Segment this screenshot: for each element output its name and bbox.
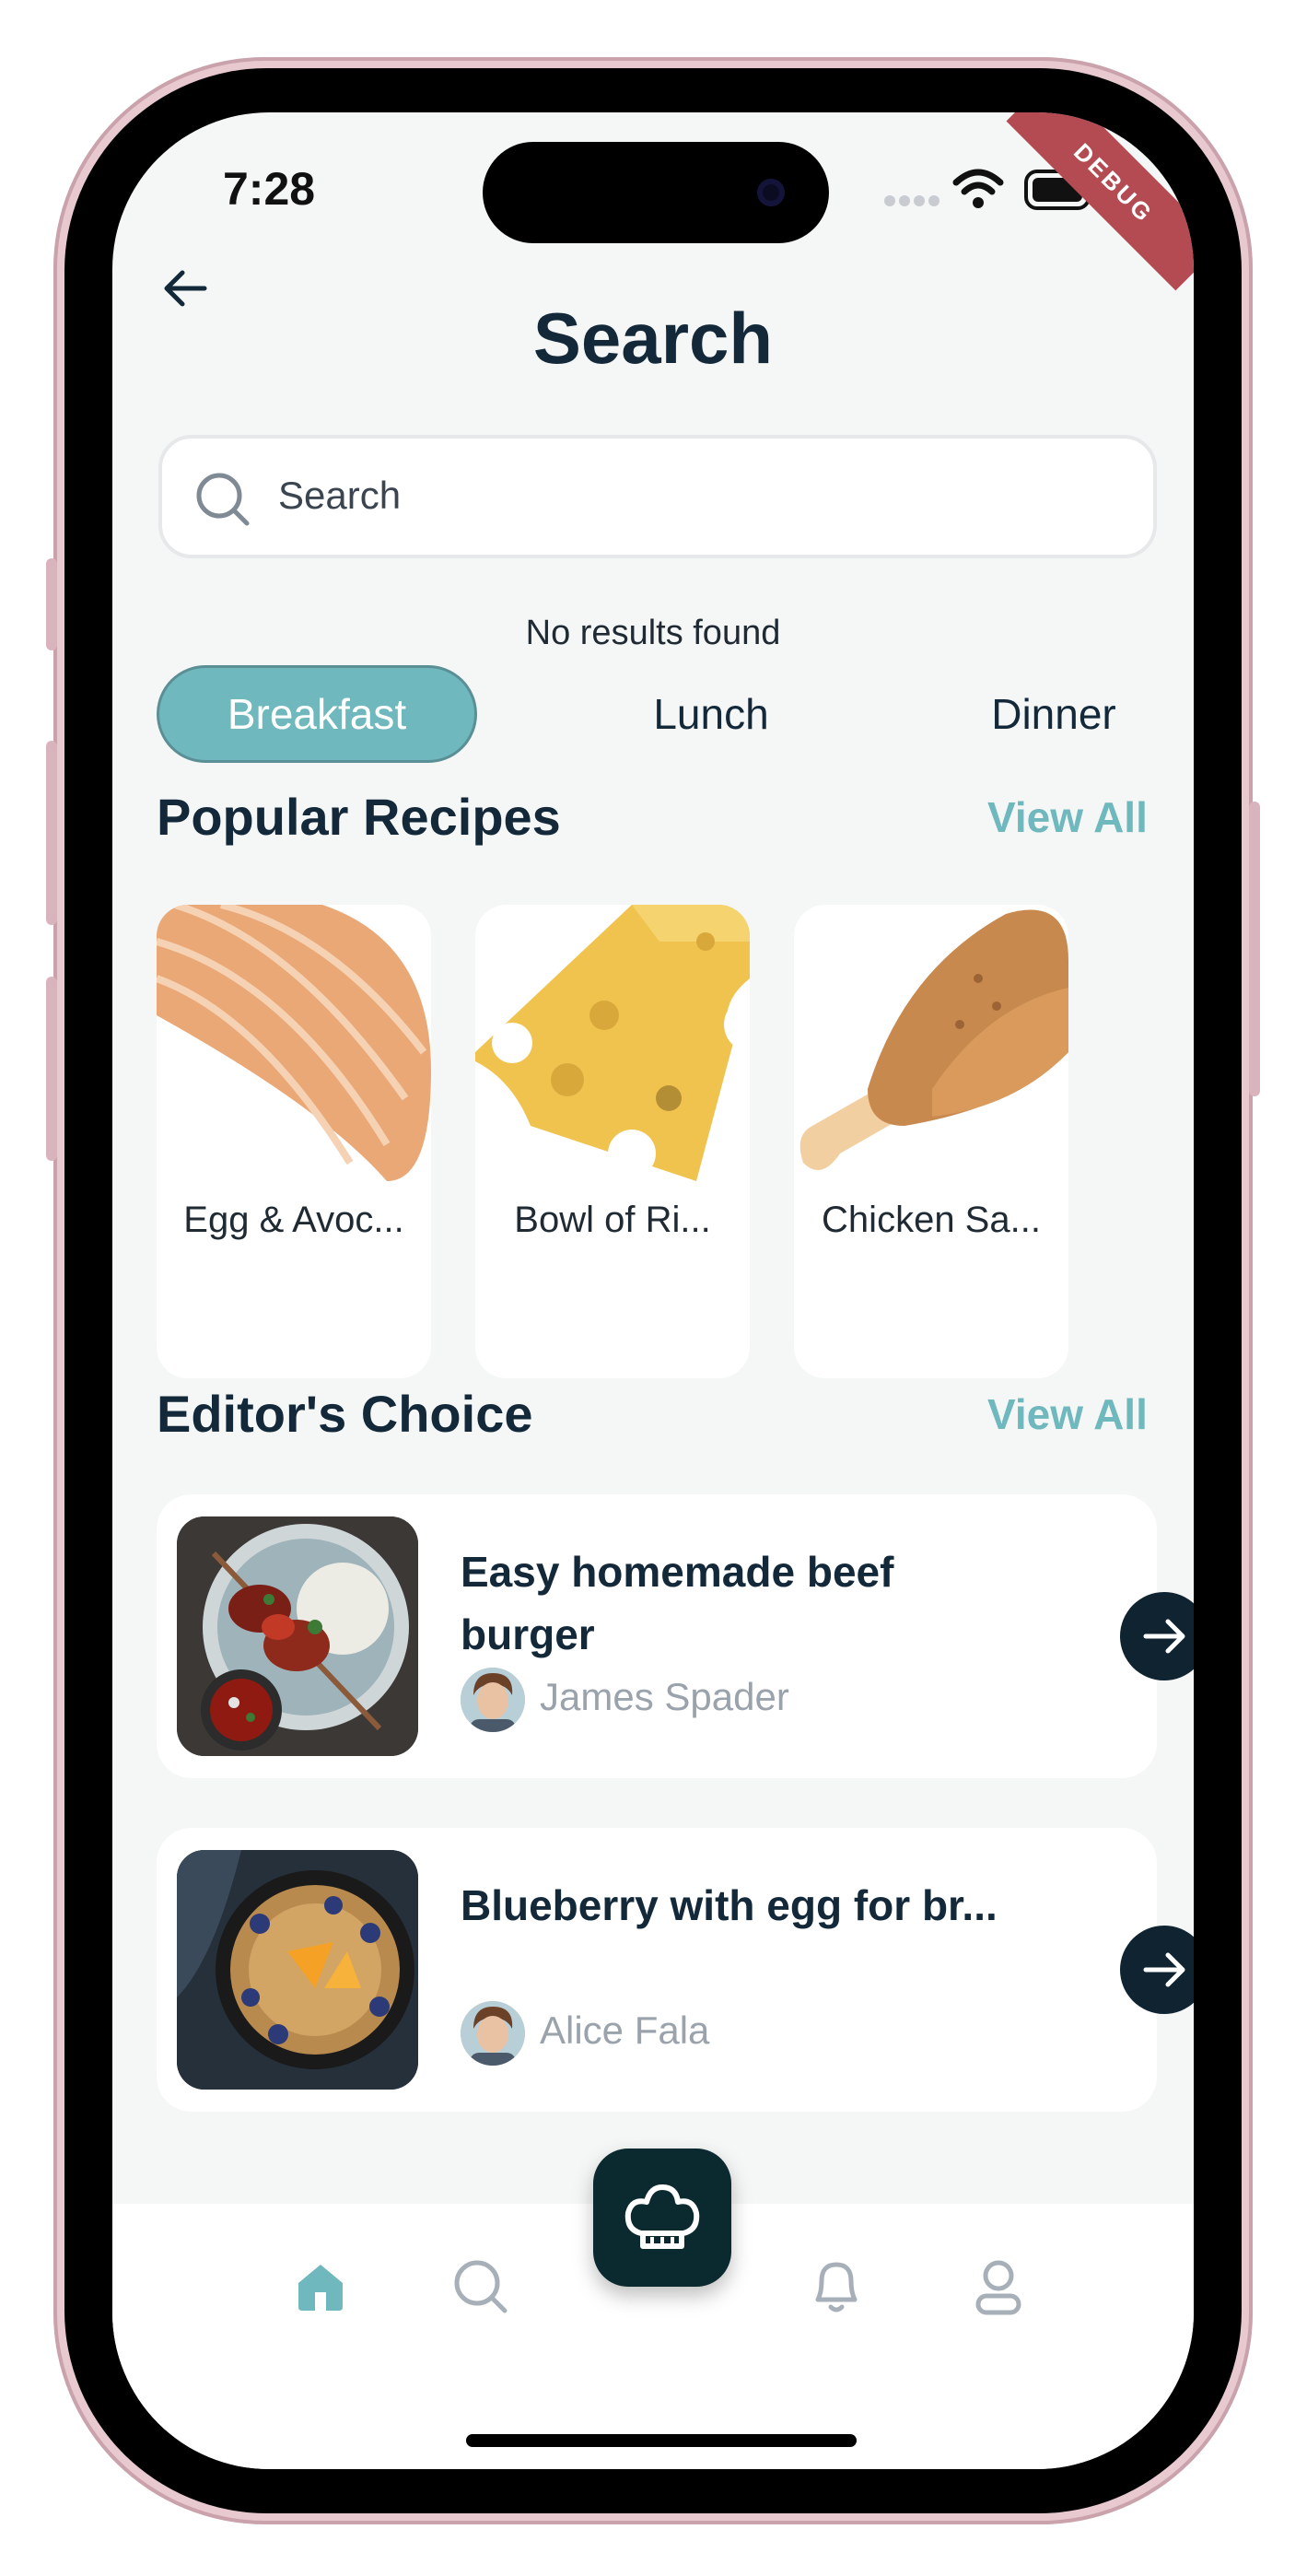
avatar — [461, 2001, 525, 2066]
tab-breakfast[interactable]: Breakfast — [157, 665, 477, 763]
search-icon — [196, 473, 250, 526]
app-screen: 7:28 DEBUG Search Search No results foun… — [112, 112, 1194, 2469]
section-title-popular: Popular Recipes — [157, 788, 561, 846]
signal-icon — [884, 195, 939, 206]
home-icon[interactable] — [293, 2259, 348, 2314]
recipe-thumbnail — [177, 1516, 418, 1756]
no-results-message: No results found — [525, 614, 781, 652]
editor-card-title: Blueberry with egg for br... — [461, 1881, 998, 1929]
tab-lunch[interactable]: Lunch — [610, 665, 812, 763]
page-title: Search — [532, 298, 774, 379]
status-time: 7:28 — [223, 163, 316, 215]
view-all-editors-link[interactable]: View All — [987, 1389, 1148, 1439]
editor-card-author: Alice Fala — [540, 2008, 710, 2052]
arrow-right-icon — [1143, 1619, 1185, 1654]
view-all-popular-link[interactable]: View All — [987, 792, 1148, 842]
editor-choice-card[interactable]: Easy homemade beef burger James Spader — [157, 1494, 1194, 1778]
open-recipe-button[interactable] — [1120, 1926, 1194, 2014]
pancake-skillet-image — [177, 1850, 418, 2090]
avatar-image — [461, 2001, 525, 2066]
section-title-editors-choice: Editor's Choice — [157, 1385, 533, 1443]
front-camera — [757, 179, 785, 206]
salmon-icon — [157, 905, 431, 1181]
editor-card-author: James Spader — [540, 1675, 789, 1718]
mute-switch — [46, 558, 57, 650]
arrow-right-icon — [1143, 1952, 1185, 1987]
tab-dinner[interactable]: Dinner — [952, 665, 1155, 763]
recipe-card[interactable]: Bowl of Ri... — [475, 905, 750, 1378]
chef-hat-icon — [624, 2184, 700, 2249]
volume-down-button — [46, 977, 57, 1161]
avatar — [461, 1668, 525, 1732]
chicken-leg-icon — [799, 909, 1068, 1170]
recipe-thumbnail — [177, 1850, 418, 2090]
recipe-card-label: Egg & Avoc... — [183, 1200, 404, 1240]
search-placeholder: Search — [278, 474, 402, 517]
recipe-card[interactable]: Egg & Avoc... — [157, 905, 431, 1378]
editor-choice-card[interactable]: Blueberry with egg for br... Alice Fala — [157, 1828, 1194, 2112]
search-icon[interactable] — [451, 2257, 510, 2316]
create-recipe-button[interactable] — [593, 2149, 731, 2287]
recipe-card[interactable]: Chicken Sa... — [794, 905, 1068, 1378]
cheese-icon — [475, 905, 750, 1181]
kebab-plate-image — [177, 1516, 418, 1756]
profile-icon[interactable] — [973, 2257, 1024, 2318]
bell-icon[interactable] — [809, 2255, 864, 2318]
avatar-image — [461, 1668, 525, 1732]
home-indicator — [466, 2434, 857, 2447]
recipe-card-label: Chicken Sa... — [822, 1200, 1041, 1240]
recipe-card-label: Bowl of Ri... — [514, 1200, 711, 1240]
editor-card-title: Easy homemade beef burger — [461, 1548, 894, 1658]
wifi-icon — [952, 169, 1004, 208]
volume-up-button — [46, 741, 57, 925]
open-recipe-button[interactable] — [1120, 1592, 1194, 1680]
power-button — [1249, 802, 1260, 1096]
